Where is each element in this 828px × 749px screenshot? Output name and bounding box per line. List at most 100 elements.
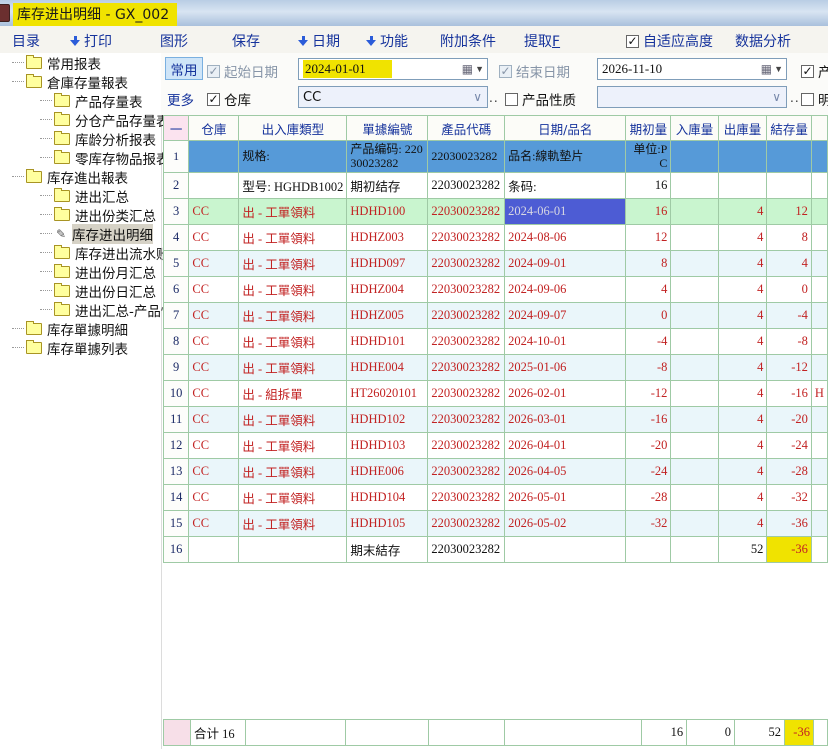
- cell-begin-qty[interactable]: 16: [626, 173, 671, 199]
- cell-balance[interactable]: -12: [767, 355, 812, 381]
- cell-product-code[interactable]: 22030023282: [428, 225, 505, 251]
- common-tab-button[interactable]: 常用: [165, 57, 203, 80]
- cell-balance[interactable]: -16: [767, 381, 812, 407]
- cell-doc-no[interactable]: HDHD097: [347, 251, 428, 277]
- cell-date-name[interactable]: 2026-04-05: [505, 459, 626, 485]
- cell-balance[interactable]: -28: [767, 459, 812, 485]
- cell-doc-no[interactable]: HT26020101: [347, 381, 428, 407]
- cell-inout-type[interactable]: 出 - 工單領料: [239, 485, 347, 511]
- cell-doc-no[interactable]: HDHD104: [347, 485, 428, 511]
- cell-out-qty[interactable]: 4: [718, 251, 767, 277]
- cell-balance[interactable]: [767, 141, 812, 173]
- cell-doc-no[interactable]: 产品编码: 22030023282: [347, 141, 428, 173]
- cell-product-code[interactable]: 22030023282: [428, 407, 505, 433]
- cell-date-name[interactable]: 2026-02-01: [505, 381, 626, 407]
- cell-warehouse[interactable]: CC: [189, 251, 239, 277]
- cell-out-qty[interactable]: 4: [718, 459, 767, 485]
- cell-clipped-col[interactable]: [811, 511, 827, 537]
- cell-date-name[interactable]: 2025-01-06: [505, 355, 626, 381]
- cell-doc-no[interactable]: HDHD101: [347, 329, 428, 355]
- cell-warehouse[interactable]: CC: [189, 225, 239, 251]
- cell-begin-qty[interactable]: -24: [626, 459, 671, 485]
- cell-begin-qty[interactable]: -32: [626, 511, 671, 537]
- sidebar-item-14[interactable]: 库存單據明細: [0, 319, 161, 338]
- cell-doc-no[interactable]: HDHZ005: [347, 303, 428, 329]
- cell-product-code[interactable]: 22030023282: [428, 511, 505, 537]
- column-header-date-name[interactable]: 日期/品名: [505, 116, 626, 141]
- cell-warehouse[interactable]: CC: [189, 433, 239, 459]
- cell-in-qty[interactable]: [671, 459, 718, 485]
- cell-out-qty[interactable]: 4: [718, 485, 767, 511]
- sidebar-item-1[interactable]: 倉庫存量報表: [0, 72, 161, 91]
- cell-warehouse[interactable]: CC: [189, 511, 239, 537]
- cell-begin-qty[interactable]: [626, 537, 671, 563]
- cell-clipped-col[interactable]: [811, 459, 827, 485]
- more-tab-button[interactable]: 更多: [167, 89, 194, 109]
- cell-clipped-col[interactable]: [811, 251, 827, 277]
- menu-item-9[interactable]: 数据分析: [735, 31, 791, 51]
- end-date-checkbox[interactable]: [499, 65, 512, 78]
- cell-doc-no[interactable]: 期末結存: [347, 537, 428, 563]
- cell-balance[interactable]: -36: [767, 537, 812, 563]
- warehouse-checkbox[interactable]: [207, 93, 220, 106]
- column-header-in-qty[interactable]: 入庫量: [671, 116, 718, 141]
- cell-warehouse[interactable]: [189, 173, 239, 199]
- cell-out-qty[interactable]: 4: [718, 199, 767, 225]
- cell-date-name[interactable]: 2024-09-07: [505, 303, 626, 329]
- sidebar-item-10[interactable]: 库存进出流水账: [0, 243, 161, 262]
- cell-in-qty[interactable]: [671, 537, 718, 563]
- cell-date-name[interactable]: 条码:: [505, 173, 626, 199]
- cell-out-qty[interactable]: 52: [718, 537, 767, 563]
- cell-inout-type[interactable]: 出 - 工單領料: [239, 511, 347, 537]
- cell-inout-type[interactable]: 出 - 工單領料: [239, 199, 347, 225]
- cell-out-qty[interactable]: 4: [718, 277, 767, 303]
- cell-row-number[interactable]: 11: [164, 407, 189, 433]
- menu-item-7[interactable]: 提取F: [524, 31, 560, 51]
- cell-date-name[interactable]: 2024-08-06: [505, 225, 626, 251]
- chevron-down-icon[interactable]: ∨: [772, 90, 786, 104]
- cell-out-qty[interactable]: 4: [718, 381, 767, 407]
- cell-product-code[interactable]: 22030023282: [428, 141, 505, 173]
- cell-row-number[interactable]: 3: [164, 199, 189, 225]
- sidebar-item-7[interactable]: 进出汇总: [0, 186, 161, 205]
- cell-balance[interactable]: 4: [767, 251, 812, 277]
- cell-begin-qty[interactable]: 16: [626, 199, 671, 225]
- cell-product-code[interactable]: 22030023282: [428, 381, 505, 407]
- cell-begin-qty[interactable]: 单位:PC: [626, 141, 671, 173]
- cell-balance[interactable]: -4: [767, 303, 812, 329]
- cell-in-qty[interactable]: [671, 433, 718, 459]
- column-header-doc-no[interactable]: 單據編號: [347, 116, 428, 141]
- menu-item-8[interactable]: 自适应高度: [626, 31, 713, 51]
- column-header-product-code[interactable]: 產品代碼: [428, 116, 505, 141]
- cell-inout-type[interactable]: 出 - 組拆單: [239, 381, 347, 407]
- cell-begin-qty[interactable]: -4: [626, 329, 671, 355]
- cell-warehouse[interactable]: CC: [189, 303, 239, 329]
- sidebar-item-5[interactable]: 零库存物品报表: [0, 148, 161, 167]
- sidebar-item-6[interactable]: 库存進出報表: [0, 167, 161, 186]
- cell-begin-qty[interactable]: 4: [626, 277, 671, 303]
- cell-warehouse[interactable]: CC: [189, 459, 239, 485]
- cell-warehouse[interactable]: CC: [189, 355, 239, 381]
- cell-inout-type[interactable]: 出 - 工單領料: [239, 407, 347, 433]
- cell-in-qty[interactable]: [671, 199, 718, 225]
- cell-row-number[interactable]: 2: [164, 173, 189, 199]
- cell-row-number[interactable]: 10: [164, 381, 189, 407]
- cell-product-code[interactable]: 22030023282: [428, 251, 505, 277]
- column-header-out-qty[interactable]: 出庫量: [718, 116, 767, 141]
- cell-clipped-col[interactable]: [811, 225, 827, 251]
- cell-row-number[interactable]: 13: [164, 459, 189, 485]
- cell-date-name[interactable]: 2024-06-01: [505, 199, 626, 225]
- cell-row-number[interactable]: 14: [164, 485, 189, 511]
- cell-clipped-col[interactable]: [811, 329, 827, 355]
- cell-in-qty[interactable]: [671, 329, 718, 355]
- cell-begin-qty[interactable]: -8: [626, 355, 671, 381]
- fit-height-checkbox[interactable]: [626, 35, 639, 48]
- clipped-bottom-checkbox[interactable]: [801, 93, 814, 106]
- cell-clipped-col[interactable]: [811, 537, 827, 563]
- column-header-inout-type[interactable]: 出入庫類型: [239, 116, 347, 141]
- calendar-dropdown-icon[interactable]: ▼: [774, 64, 783, 74]
- menu-item-3[interactable]: 保存: [232, 31, 260, 51]
- cell-in-qty[interactable]: [671, 303, 718, 329]
- cell-warehouse[interactable]: [189, 537, 239, 563]
- cell-out-qty[interactable]: 4: [718, 225, 767, 251]
